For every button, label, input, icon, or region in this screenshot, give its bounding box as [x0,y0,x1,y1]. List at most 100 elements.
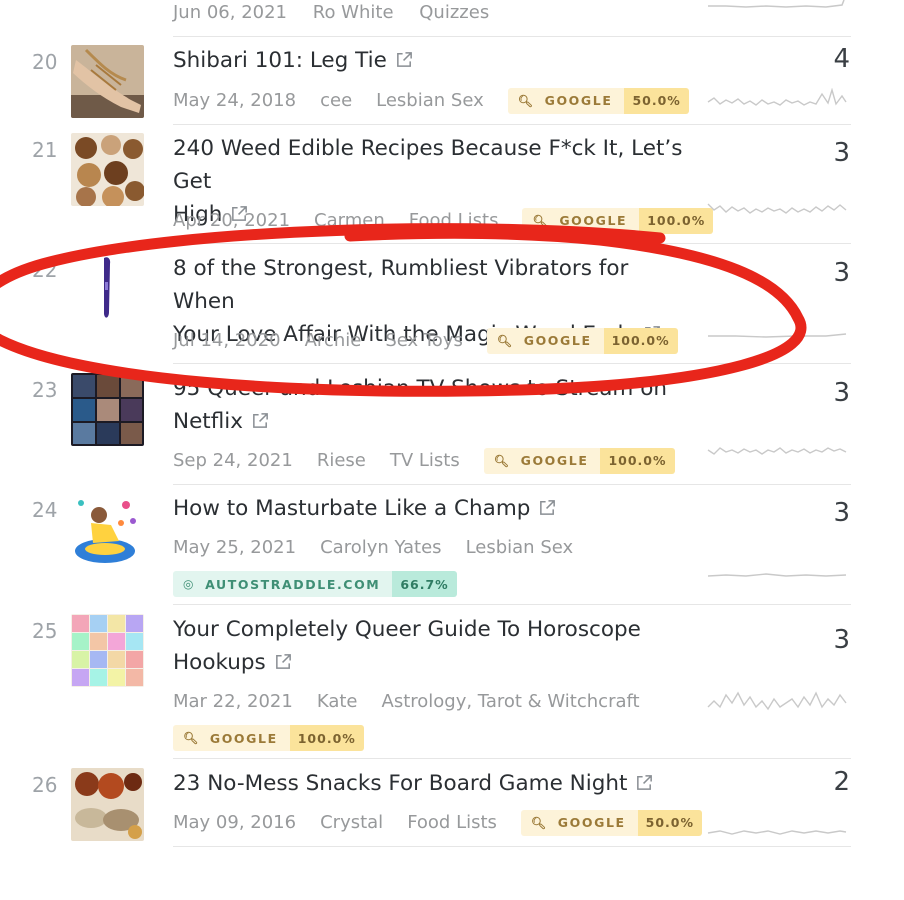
view-count: 3 [833,625,850,655]
view-count: 3 [833,498,850,528]
referrer-badge[interactable]: 🔍︎ GOOGLE 50.0% [507,88,689,114]
divider [173,846,851,847]
search-icon: 🔍︎ [496,334,514,348]
post-date: Apr 20, 2021 [173,210,291,231]
post-title-continued: Netflix [173,409,243,434]
post-title: 240 Weed Edible Recipes Because F*ck It,… [173,136,683,194]
post-title: 23 No-Mess Snacks For Board Game Night [173,771,628,796]
referrer-source: GOOGLE [559,213,628,228]
sparkline [708,0,845,8]
referrer-badge[interactable]: 🔍︎ GOOGLE 100.0% [486,328,678,354]
referrer-source: GOOGLE [520,453,589,468]
post-title: Shibari 101: Leg Tie [173,48,387,73]
divider [173,243,851,244]
thumbnail[interactable] [71,493,144,566]
search-icon: 🔍︎ [183,731,200,745]
post-date: Jun 06, 2021 [173,2,288,23]
referrer-percent: 100.0% [600,448,675,474]
post-title-link[interactable]: 95 Queer and Lesbian TV Shows to Stream … [173,372,693,438]
post-category[interactable]: Sex Toys [385,330,463,351]
post-date: May 25, 2021 [173,537,297,558]
search-icon: 🔍︎ [493,454,511,468]
rank-number: 23 [32,378,58,402]
post-title-link[interactable]: Your Completely Queer Guide To Horoscope… [173,613,693,679]
sparkline [707,573,847,577]
post-category[interactable]: TV Lists [390,450,460,471]
post-author[interactable]: cee [320,90,352,111]
post-category[interactable]: Quizzes [419,2,489,23]
post-author[interactable]: Archie [305,330,362,351]
post-author[interactable]: Carolyn Yates [320,537,441,558]
sparkline [708,333,847,338]
post-title-link[interactable]: How to Masturbate Like a Champ [173,492,693,525]
sparkline [707,830,847,835]
thumbnail[interactable] [71,252,144,325]
thumbnail[interactable] [71,373,144,446]
post-title: 8 of the Strongest, Rumbliest Vibrators … [173,256,629,314]
sparkline [707,203,847,214]
thumbnail[interactable] [71,614,144,687]
thumbnail[interactable] [71,133,144,206]
post-category[interactable]: Food Lists [407,812,497,833]
view-count: 2 [833,767,850,797]
rank-number: 22 [32,258,58,282]
referrer-source: GOOGLE [544,93,613,108]
referrer-percent: 100.0% [289,725,364,751]
referrer-source: GOOGLE [523,333,592,348]
external-link-icon[interactable] [635,773,654,792]
post-category[interactable]: Lesbian Sex [466,537,574,558]
referrer-badge[interactable]: 🔍︎ GOOGLE 100.0% [483,448,675,474]
external-link-icon[interactable] [251,411,270,430]
rank-number: 20 [32,50,58,74]
post-author[interactable]: Kate [317,691,358,712]
post-author[interactable]: Crystal [320,812,383,833]
divider [173,36,851,37]
post-author[interactable]: Carmen [314,210,385,231]
post-title-link[interactable]: Shibari 101: Leg Tie [173,44,693,77]
post-date: Jul 14, 2020 [173,330,281,351]
external-link-icon[interactable] [395,50,414,69]
post-title: How to Masturbate Like a Champ [173,496,531,521]
sparkline [707,447,847,455]
referrer-badge[interactable]: ◎ AUTOSTRADDLE.COM 66.7% [173,571,457,597]
rank-number: 26 [32,773,58,797]
view-count: 3 [833,258,850,288]
referrer-badge[interactable]: 🔍︎ GOOGLE 100.0% [522,208,714,234]
rank-number: 21 [32,138,58,162]
post-author[interactable]: Riese [317,450,366,471]
divider [173,758,851,759]
referrer-row: ◎ AUTOSTRADDLE.COM 66.7% [173,571,457,597]
divider [173,124,851,125]
post-date: May 09, 2016 [173,812,297,833]
post-meta: Apr 20, 2021 Carmen Food Lists 🔍︎ GOOGLE 100.… [173,208,714,234]
post-category[interactable]: Food Lists [409,210,499,231]
post-title: Your Completely Queer Guide To Horoscope [173,617,641,642]
referrer-percent: 50.0% [637,810,703,836]
post-category[interactable]: Lesbian Sex [376,90,484,111]
search-icon: 🔍︎ [517,94,535,108]
post-category[interactable]: Astrology, Tarot & Witchcraft [382,691,640,712]
external-link-icon[interactable] [274,652,293,671]
view-count: 3 [833,138,850,168]
sparkline [707,88,847,106]
external-link-icon[interactable] [538,498,557,517]
referrer-badge[interactable]: 🔍︎ GOOGLE 100.0% [173,725,364,751]
target-icon: ◎ [183,577,196,591]
rank-number: 24 [32,498,58,522]
top-row-meta: Jun 06, 2021 Ro White Quizzes [173,2,509,30]
thumbnail[interactable] [71,45,144,118]
post-date: Mar 22, 2021 [173,691,293,712]
post-title-link[interactable]: 23 No-Mess Snacks For Board Game Night [173,767,693,800]
post-title: 95 Queer and Lesbian TV Shows to Stream … [173,376,667,401]
post-date: Sep 24, 2021 [173,450,293,471]
post-meta: Mar 22, 2021 Kate Astrology, Tarot & Witch… [173,689,664,715]
post-author[interactable]: Ro White [313,2,394,23]
post-meta: May 24, 2018 cee Lesbian Sex 🔍︎ GOOGLE 50.0% [173,88,689,114]
divider [173,484,851,485]
post-title-continued: Hookups [173,650,266,675]
referrer-badge[interactable]: 🔍︎ GOOGLE 50.0% [520,810,703,836]
rank-number: 25 [32,619,58,643]
sparkline [707,691,847,711]
thumbnail[interactable] [71,768,144,841]
post-meta: May 25, 2021 Carolyn Yates Lesbian Sex [173,535,597,561]
